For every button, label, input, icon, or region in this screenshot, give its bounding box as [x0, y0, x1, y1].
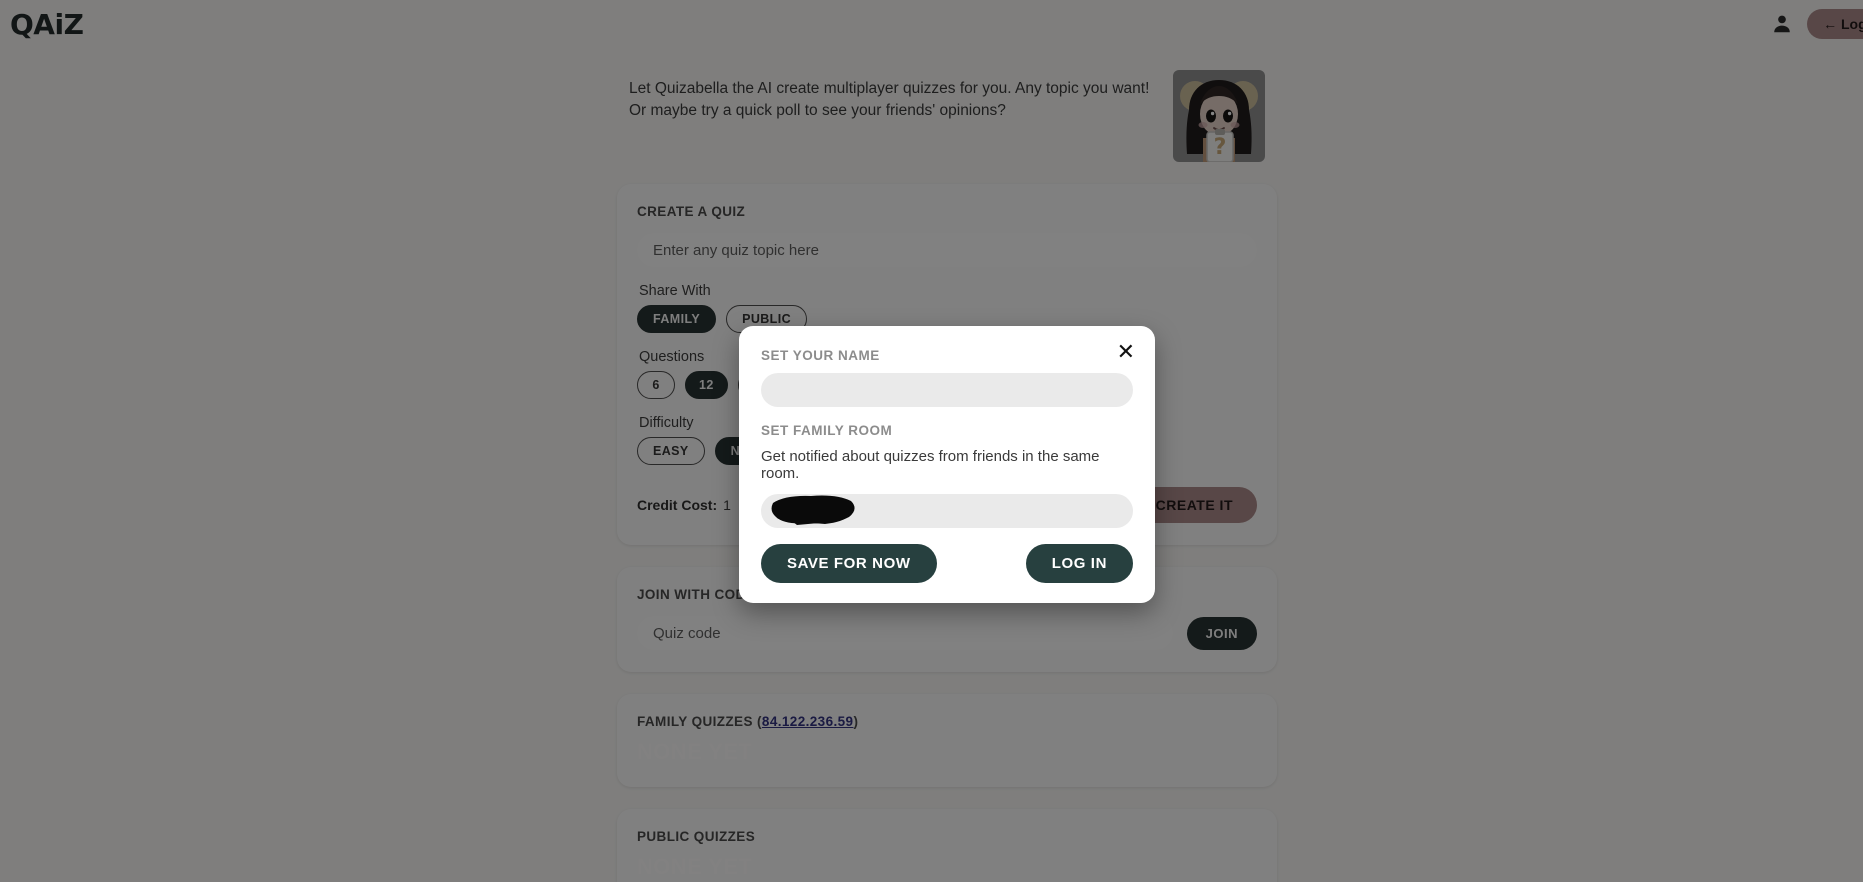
- close-icon[interactable]: ✕: [1111, 338, 1141, 368]
- set-family-room-label: SET FAMILY ROOM: [761, 423, 893, 438]
- set-your-name-label: SET YOUR NAME: [761, 348, 880, 363]
- room-input-wrap: [761, 494, 1133, 528]
- family-room-input[interactable]: [761, 494, 1133, 528]
- name-input-wrap: [761, 373, 1133, 407]
- modal-actions: SAVE FOR NOW LOG IN: [761, 544, 1133, 583]
- set-name-modal: ✕ SET YOUR NAME SET FAMILY ROOM Get noti…: [739, 326, 1155, 603]
- name-input[interactable]: [761, 373, 1133, 407]
- modal-login-button[interactable]: LOG IN: [1025, 544, 1133, 583]
- save-for-now-button[interactable]: SAVE FOR NOW: [761, 544, 937, 583]
- family-room-description: Get notified about quizzes from friends …: [761, 448, 1100, 482]
